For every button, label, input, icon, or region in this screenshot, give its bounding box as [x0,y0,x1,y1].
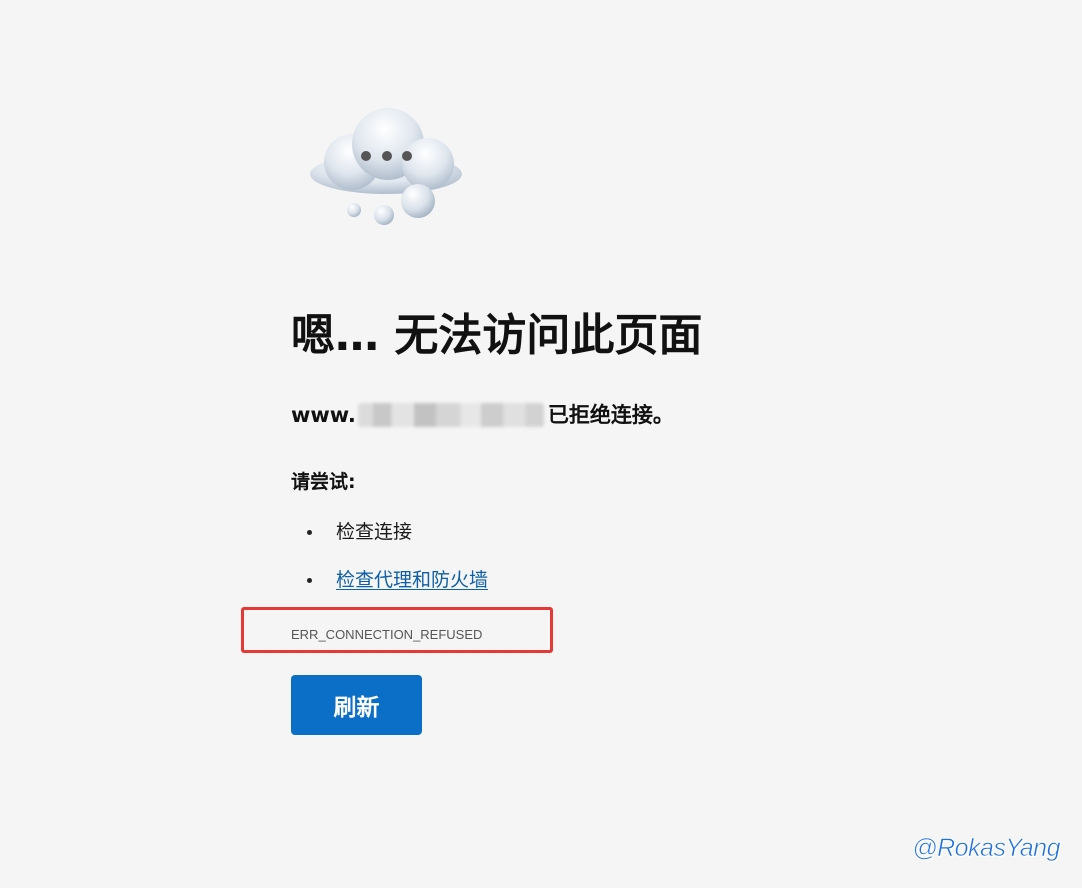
proxy-firewall-link[interactable]: 检查代理和防火墙 [336,569,488,591]
cloud-loading-icon [310,108,462,225]
redacted-hostname [357,403,544,427]
suggestion-text: 检查连接 [336,521,413,543]
suggestion-check-proxy-firewall: 检查代理和防火墙 [291,564,488,596]
watermark: @RokasYang [912,834,1061,863]
refused-text: 已拒绝连接。 [547,403,674,427]
host-prefix: www. [291,403,356,427]
try-label: 请尝试: [291,471,356,493]
bullet-icon [307,530,312,535]
error-code: ERR_CONNECTION_REFUSED [291,627,483,642]
refused-message: www. 已拒绝连接。 [291,400,674,430]
bullet-icon [307,578,312,583]
suggestion-check-connection: 检查连接 [291,516,488,548]
refresh-button[interactable]: 刷新 [291,675,422,735]
suggestion-list: 检查连接 检查代理和防火墙 [291,516,488,612]
page-title: 嗯… 无法访问此页面 [291,310,703,361]
